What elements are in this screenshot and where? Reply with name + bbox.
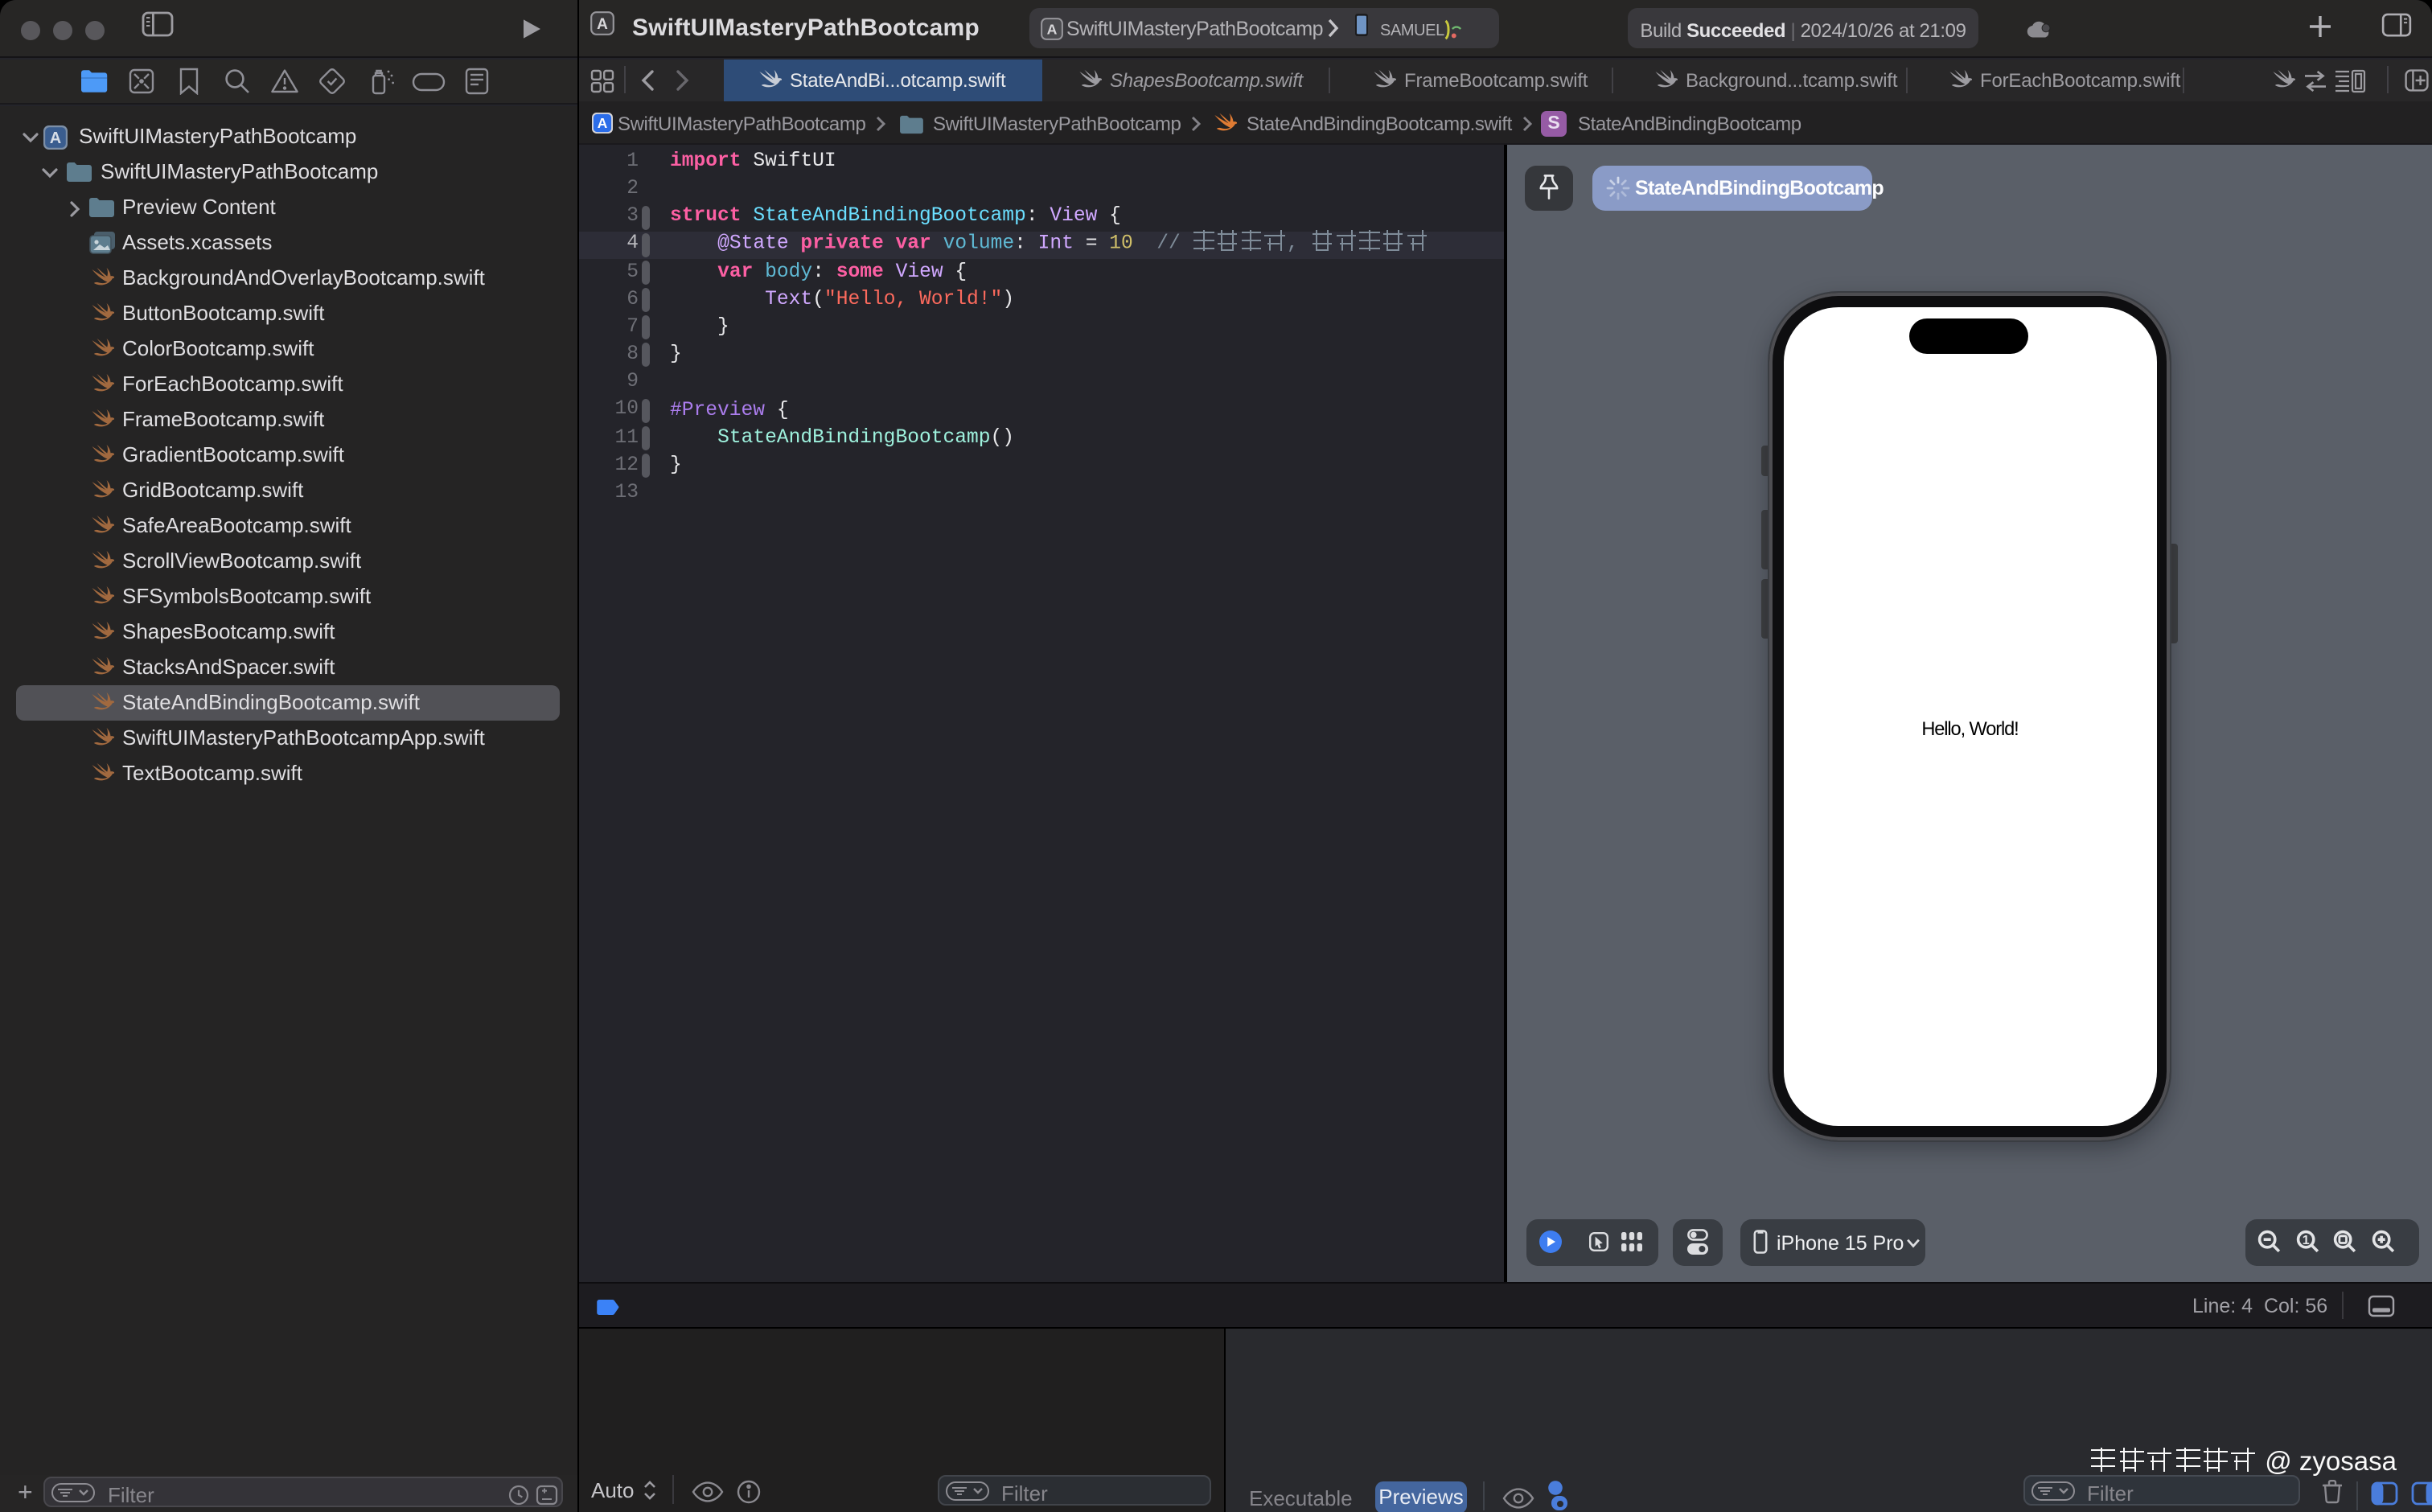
svg-text:A: A [1047, 21, 1058, 37]
svg-text:1: 1 [2302, 1234, 2309, 1247]
svg-text:A: A [597, 15, 608, 32]
